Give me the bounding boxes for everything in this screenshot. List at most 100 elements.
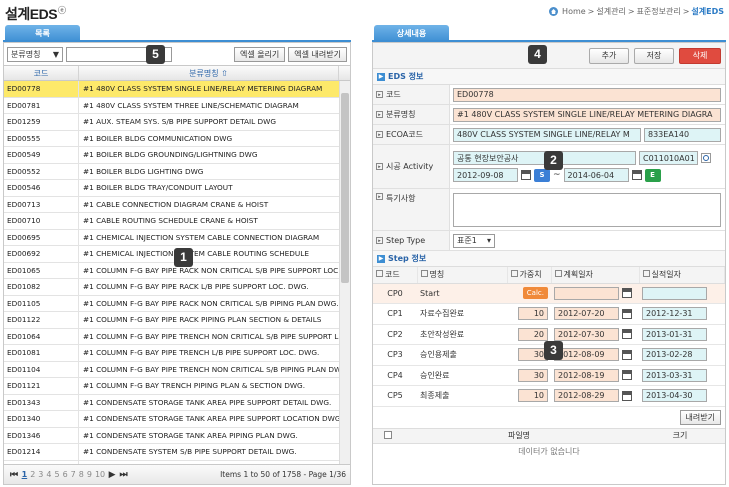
calendar-icon[interactable]	[621, 390, 632, 401]
scroll-thumb[interactable]	[341, 93, 349, 283]
calendar-icon[interactable]	[621, 308, 632, 319]
actual-date-field[interactable]: 2012-12-31	[642, 307, 707, 321]
activity-code-field[interactable]: C011010A01	[639, 151, 698, 165]
row-code: ED00781	[4, 97, 79, 113]
end-date-field[interactable]: 2014-06-04	[563, 168, 629, 182]
page-link[interactable]: 8	[79, 470, 84, 479]
breadcrumb-home[interactable]: Home	[562, 7, 586, 16]
table-row[interactable]: ED01081 #1 COLUMN F-G BAY PIPE TRENCH L/B…	[4, 345, 350, 362]
table-row[interactable]: ED01121 #1 COLUMN F-G BAY TRENCH PIPING P…	[4, 378, 350, 395]
actual-date-field[interactable]: 2013-03-31	[642, 368, 707, 382]
name-field[interactable]: #1 480V CLASS SYSTEM SINGLE LINE/RELAY M…	[453, 107, 721, 122]
annotation-badge-5: 5	[146, 45, 165, 64]
field-code: ▸ 코드 ED00778	[373, 85, 725, 105]
table-row[interactable]: ED01343 #1 CONDENSATE STORAGE TANK AREA P…	[4, 394, 350, 411]
weight-field[interactable]: 10	[518, 307, 548, 321]
weight-field[interactable]: 30	[518, 368, 548, 382]
scrollbar[interactable]	[339, 81, 350, 467]
table-row[interactable]: ED01104 #1 COLUMN F-G BAY PIPE TRENCH NON…	[4, 361, 350, 378]
excel-download-button[interactable]: 엑셀 내려받기	[288, 46, 347, 62]
table-row[interactable]: ED00546 #1 BOILER BLDG TRAY/CONDUIT LAYOU…	[4, 180, 350, 197]
table-row[interactable]: ED00778 #1 480V CLASS SYSTEM SINGLE LINE/…	[4, 81, 350, 98]
ecoa-code-field[interactable]: 833EA140	[644, 127, 721, 142]
calendar-icon[interactable]	[621, 288, 632, 299]
table-row[interactable]: ED00781 #1 480V CLASS SYSTEM THREE LINE/S…	[4, 97, 350, 114]
ecoa-name-field[interactable]: 480V CLASS SYSTEM SINGLE LINE/RELAY M	[453, 127, 641, 142]
page-link[interactable]: 6	[63, 470, 68, 479]
last-page-icon[interactable]: ⏭	[120, 470, 128, 480]
notes-textarea[interactable]	[453, 192, 721, 227]
excel-upload-button[interactable]: 엑셀 올리기	[233, 46, 286, 62]
row-name: #1 BOILER BLDG TRAY/CONDUIT LAYOUT	[83, 183, 233, 193]
next-page-icon[interactable]: ▶	[109, 470, 116, 480]
table-row[interactable]: ED00555 #1 BOILER BLDG COMMUNICATION DWG	[4, 130, 350, 147]
page-link[interactable]: 5	[54, 470, 59, 479]
actual-date-field[interactable]: 2013-04-30	[642, 389, 707, 403]
table-row[interactable]: ED01122 #1 COLUMN F-G BAY PIPE RACK PIPIN…	[4, 312, 350, 329]
breadcrumb-design[interactable]: 설계관리	[596, 6, 625, 17]
table-row[interactable]: ED01346 #1 CONDENSATE STORAGE TANK AREA P…	[4, 427, 350, 444]
col-name[interactable]: 분류명칭 ⇧	[79, 66, 339, 80]
table-row[interactable]: ED01064 #1 COLUMN F-G BAY PIPE TRENCH NON…	[4, 328, 350, 345]
actual-date-field[interactable]: 2013-02-28	[642, 348, 707, 362]
page-link[interactable]: 2	[30, 470, 35, 479]
plan-date-field[interactable]: 2012-07-20	[554, 307, 619, 321]
page-link[interactable]: 7	[71, 470, 76, 479]
actual-date-field[interactable]: 2013-01-31	[642, 327, 707, 341]
table-row[interactable]: ED00695 #1 CHEMICAL INJECTION SYSTEM CABL…	[4, 229, 350, 246]
table-row[interactable]: ED01214 #1 CONDENSATE SYSTEM S/B PIPE SUP…	[4, 444, 350, 461]
row-code: ED00713	[4, 196, 79, 212]
page-link[interactable]: 1	[22, 470, 28, 479]
step-type-select[interactable]: 표준1 ▾	[453, 233, 495, 248]
home-icon[interactable]	[549, 7, 559, 16]
plan-date-field[interactable]: 2012-08-29	[554, 389, 619, 403]
row-code: ED00549	[4, 147, 79, 163]
plan-date-field[interactable]	[554, 286, 619, 300]
select-all-checkbox[interactable]	[384, 430, 392, 439]
table-row[interactable]: ED00552 #1 BOILER BLDG LIGHTING DWG	[4, 163, 350, 180]
table-row[interactable]: ED01082 #1 COLUMN F-G BAY PIPE RACK L/B P…	[4, 279, 350, 296]
grid-body: ED00778 #1 480V CLASS SYSTEM SINGLE LINE/…	[4, 81, 350, 467]
page-link[interactable]: 4	[46, 470, 51, 479]
add-button[interactable]: 추가	[589, 47, 629, 64]
page-link[interactable]: 10	[95, 470, 105, 479]
eds-section-title: ▶ EDS 정보	[373, 69, 725, 85]
download-button[interactable]: 내려받기	[679, 409, 721, 425]
table-row[interactable]: ED01340 #1 CONDENSATE STORAGE TANK AREA P…	[4, 411, 350, 428]
table-row[interactable]: ED00713 #1 CABLE CONNECTION DIAGRAM CRANE…	[4, 196, 350, 213]
row-code: ED01259	[4, 114, 79, 130]
page-link[interactable]: 3	[38, 470, 43, 479]
page-link[interactable]: 9	[87, 470, 92, 479]
row-name: #1 CABLE ROUTING SCHEDULE CRANE & HOIST	[83, 216, 258, 226]
breadcrumb-standard[interactable]: 표준정보관리	[637, 6, 681, 17]
actual-date-field[interactable]	[642, 286, 707, 300]
calc-button[interactable]: Calc.	[522, 287, 548, 300]
col-code[interactable]: 코드	[4, 66, 79, 80]
calendar-icon[interactable]	[621, 349, 632, 360]
filter-select[interactable]: 분류명칭 ▼	[7, 46, 63, 62]
field-notes: ▸ 특기사항	[373, 189, 725, 231]
end-button[interactable]: E	[644, 168, 661, 182]
delete-button[interactable]: 삭제	[679, 47, 721, 64]
start-button[interactable]: S	[534, 168, 550, 182]
calendar-icon[interactable]	[621, 370, 632, 381]
calendar-icon[interactable]	[521, 170, 531, 180]
search-icon[interactable]	[701, 153, 711, 163]
save-button[interactable]: 저장	[634, 47, 674, 64]
table-row[interactable]: ED01259 #1 AUX. STEAM SYS. S/B PIPE SUPPO…	[4, 114, 350, 131]
table-row[interactable]: ED00549 #1 BOILER BLDG GROUNDING/LIGHTNIN…	[4, 147, 350, 164]
plan-date-field[interactable]: 2012-08-09	[554, 348, 619, 362]
calendar-icon[interactable]	[621, 329, 632, 340]
weight-field[interactable]: 20	[518, 327, 548, 341]
weight-field[interactable]: 10	[518, 389, 548, 403]
plan-date-field[interactable]: 2012-07-30	[554, 327, 619, 341]
step-code: CP5	[373, 385, 417, 407]
step-row: CP4 승인완료 30 2012-08-19 2013-03-31	[373, 365, 725, 386]
start-date-field[interactable]: 2012-09-08	[453, 168, 518, 182]
table-row[interactable]: ED00710 #1 CABLE ROUTING SCHEDULE CRANE &…	[4, 213, 350, 230]
calendar-icon[interactable]	[631, 170, 642, 180]
code-field[interactable]: ED00778	[453, 87, 721, 102]
first-page-icon[interactable]: ⏮	[10, 470, 18, 480]
table-row[interactable]: ED01105 #1 COLUMN F-G BAY PIPE RACK NON C…	[4, 295, 350, 312]
plan-date-field[interactable]: 2012-08-19	[554, 368, 619, 382]
